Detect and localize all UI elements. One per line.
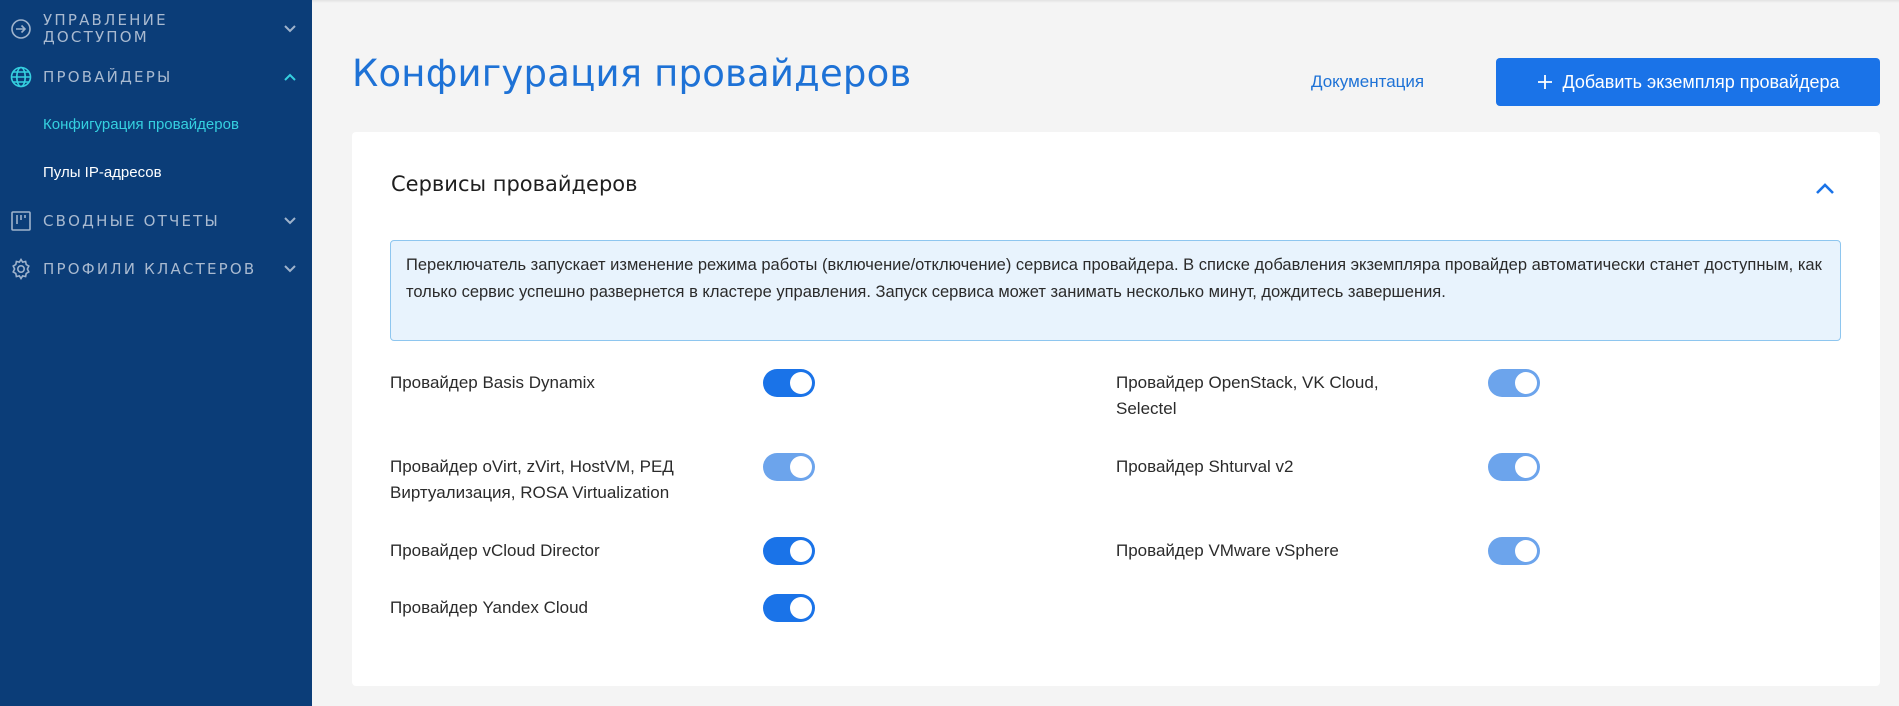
toggle-basis-dynamix[interactable] <box>763 369 815 397</box>
provider-services-card: Сервисы провайдеров Переключатель запуск… <box>352 132 1880 686</box>
app-root: Управление доступом Провайдеры Конфигура… <box>0 0 1899 706</box>
toggle-vmware-vsphere[interactable] <box>1488 537 1540 565</box>
page-title: Конфигурация провайдеров <box>352 52 912 95</box>
topbar-divider <box>312 0 1899 3</box>
sign-in-icon <box>9 17 33 41</box>
sidebar-group-reports[interactable]: Сводные отчеты <box>0 201 312 241</box>
service-label-ovirt: Провайдер oVirt, zVirt, HostVM, РЕД Вирт… <box>390 457 674 502</box>
toggle-openstack[interactable] <box>1488 369 1540 397</box>
sidebar-item-ip-pools[interactable]: Пулы IP-адресов <box>43 164 162 181</box>
toggle-knob <box>1515 372 1537 394</box>
sidebar-group-providers-label: Провайдеры <box>43 67 173 86</box>
sidebar: Управление доступом Провайдеры Конфигура… <box>0 0 312 706</box>
gear-icon <box>9 257 33 281</box>
service-label-shturval: Провайдер Shturval v2 <box>1116 457 1294 476</box>
add-provider-instance-button[interactable]: Добавить экземпляр провайдера <box>1496 58 1880 106</box>
toggle-knob <box>790 456 812 478</box>
service-label-basis-dynamix: Провайдер Basis Dynamix <box>390 373 595 392</box>
chevron-up-icon <box>1815 182 1835 200</box>
documentation-link[interactable]: Документация <box>1311 72 1424 92</box>
toggle-knob <box>1515 540 1537 562</box>
chevron-down-icon <box>282 21 298 37</box>
toggle-knob <box>790 597 812 619</box>
toggle-knob <box>790 372 812 394</box>
sidebar-group-access[interactable]: Управление доступом <box>0 8 312 50</box>
plus-icon <box>1537 74 1553 90</box>
card-title: Сервисы провайдеров <box>391 172 638 196</box>
service-label-yandex-cloud: Провайдер Yandex Cloud <box>390 598 589 617</box>
service-label-vcloud-director: Провайдер vCloud Director <box>390 541 600 560</box>
toggle-knob <box>790 540 812 562</box>
sidebar-group-access-label: Управление доступом <box>43 11 168 46</box>
toggle-ovirt[interactable] <box>763 453 815 481</box>
globe-icon <box>9 65 33 89</box>
kanban-icon <box>9 209 33 233</box>
info-alert: Переключатель запускает изменение режима… <box>390 240 1841 341</box>
sidebar-group-cluster-profiles-label: Профили кластеров <box>43 259 257 278</box>
add-provider-instance-label: Добавить экземпляр провайдера <box>1562 71 1840 92</box>
chevron-down-icon <box>282 213 298 229</box>
toggle-vcloud-director[interactable] <box>763 537 815 565</box>
toggle-shturval[interactable] <box>1488 453 1540 481</box>
chevron-up-icon <box>282 69 298 85</box>
chevron-down-icon <box>282 261 298 277</box>
service-label-vmware-vsphere: Провайдер VMware vSphere <box>1116 541 1339 560</box>
toggle-knob <box>1515 456 1537 478</box>
collapse-button[interactable] <box>1810 176 1840 206</box>
service-label-openstack: Провайдер OpenStack, VK Cloud, Selectel <box>1116 373 1379 418</box>
sidebar-item-provider-config[interactable]: Конфигурация провайдеров <box>43 116 239 133</box>
sidebar-group-providers[interactable]: Провайдеры <box>0 57 312 97</box>
toggle-yandex-cloud[interactable] <box>763 594 815 622</box>
sidebar-group-reports-label: Сводные отчеты <box>43 211 220 230</box>
sidebar-group-cluster-profiles[interactable]: Профили кластеров <box>0 249 312 289</box>
